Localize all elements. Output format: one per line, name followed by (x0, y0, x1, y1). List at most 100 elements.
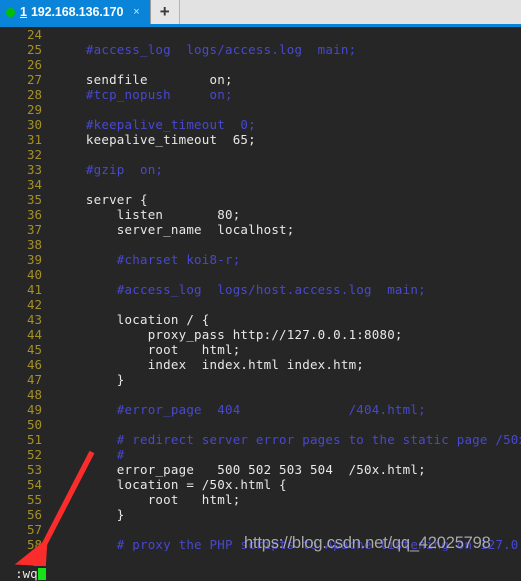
line-number: 56 (26, 507, 42, 522)
code-line[interactable]: 31 keepalive_timeout 65; (0, 132, 521, 147)
code-line[interactable]: 34 (0, 177, 521, 192)
line-number: 50 (26, 417, 42, 432)
tab-bar-empty-area (179, 0, 521, 24)
code-line[interactable]: 26 (0, 57, 521, 72)
watermark-text: https://blog.csdn.net/qq_42025798 (244, 534, 491, 552)
code-line[interactable]: 32 (0, 147, 521, 162)
code-line[interactable]: 30 #keepalive_timeout 0; (0, 117, 521, 132)
line-text: #gzip on; (55, 162, 164, 177)
line-text: } (55, 372, 125, 387)
line-text: listen 80; (55, 207, 241, 222)
code-line[interactable]: 46 index index.html index.htm; (0, 357, 521, 372)
line-text: location / { (55, 312, 210, 327)
line-number: 49 (26, 402, 42, 417)
line-number: 38 (26, 237, 42, 252)
line-text: error_page 500 502 503 504 /50x.html; (55, 462, 426, 477)
line-number: 58 (26, 537, 42, 552)
code-line[interactable]: 35 server { (0, 192, 521, 207)
line-number: 39 (26, 252, 42, 267)
line-number: 29 (26, 102, 42, 117)
code-line[interactable]: 48 (0, 387, 521, 402)
code-line[interactable]: 33 #gzip on; (0, 162, 521, 177)
line-text: } (55, 507, 125, 522)
code-line[interactable]: 25 #access_log logs/access.log main; (0, 42, 521, 57)
line-number: 51 (26, 432, 42, 447)
line-text: server { (55, 192, 148, 207)
line-text (42, 267, 55, 282)
line-number: 42 (26, 297, 42, 312)
line-text: server_name localhost; (55, 222, 295, 237)
line-number: 54 (26, 477, 42, 492)
code-line[interactable]: 53 error_page 500 502 503 504 /50x.html; (0, 462, 521, 477)
code-line[interactable]: 55 root html; (0, 492, 521, 507)
line-text: root html; (55, 492, 241, 507)
code-line[interactable]: 56 } (0, 507, 521, 522)
code-line[interactable]: 39 #charset koi8-r; (0, 252, 521, 267)
connection-status-dot-icon (6, 7, 15, 17)
new-tab-button[interactable]: + (150, 0, 180, 24)
line-number: 47 (26, 372, 42, 387)
line-number: 35 (26, 192, 42, 207)
line-text: #keepalive_timeout 0; (55, 117, 256, 132)
line-number: 57 (26, 522, 42, 537)
line-text: location = /50x.html { (55, 477, 287, 492)
code-line[interactable]: 54 location = /50x.html { (0, 477, 521, 492)
line-number: 46 (26, 357, 42, 372)
line-number: 33 (26, 162, 42, 177)
terminal-pane[interactable]: 24 25 #access_log logs/access.log main; 26… (0, 27, 521, 566)
line-text (42, 27, 55, 42)
code-line[interactable]: 47 } (0, 372, 521, 387)
line-text: keepalive_timeout 65; (55, 132, 256, 147)
terminal-tab-active[interactable]: 1 192.168.136.170 × (0, 0, 147, 24)
line-text (42, 147, 55, 162)
line-number: 44 (26, 327, 42, 342)
close-icon[interactable]: × (133, 6, 139, 18)
code-line[interactable]: 49 #error_page 404 /404.html; (0, 402, 521, 417)
code-line[interactable]: 51 # redirect server error pages to the … (0, 432, 521, 447)
tab-bar: 1 192.168.136.170 × + (0, 0, 521, 24)
code-line[interactable]: 43 location / { (0, 312, 521, 327)
line-number: 27 (26, 72, 42, 87)
line-text: # redirect server error pages to the sta… (55, 432, 521, 447)
line-number: 40 (26, 267, 42, 282)
code-line[interactable]: 45 root html; (0, 342, 521, 357)
line-text (42, 417, 55, 432)
line-number: 41 (26, 282, 42, 297)
line-number: 30 (26, 117, 42, 132)
line-text: proxy_pass http://127.0.0.1:8080; (55, 327, 403, 342)
line-number: 25 (26, 42, 42, 57)
line-number: 52 (26, 447, 42, 462)
vim-command-text: :wq (15, 566, 38, 581)
code-line[interactable]: 42 (0, 297, 521, 312)
code-line[interactable]: 36 listen 80; (0, 207, 521, 222)
code-line[interactable]: 50 (0, 417, 521, 432)
line-text (42, 297, 55, 312)
code-line[interactable]: 38 (0, 237, 521, 252)
code-line[interactable]: 44 proxy_pass http://127.0.0.1:8080; (0, 327, 521, 342)
vim-command-line[interactable]: :wq (0, 551, 521, 581)
line-number: 36 (26, 207, 42, 222)
code-line[interactable]: 27 sendfile on; (0, 72, 521, 87)
code-line[interactable]: 52 # (0, 447, 521, 462)
code-line[interactable]: 28 #tcp_nopush on; (0, 87, 521, 102)
code-line[interactable]: 41 #access_log logs/host.access.log main… (0, 282, 521, 297)
line-number: 55 (26, 492, 42, 507)
line-number: 31 (26, 132, 42, 147)
line-number: 53 (26, 462, 42, 477)
code-line[interactable]: 37 server_name localhost; (0, 222, 521, 237)
line-text: index index.html index.htm; (55, 357, 365, 372)
text-cursor (37, 568, 46, 580)
code-line[interactable]: 40 (0, 267, 521, 282)
line-text: #access_log logs/host.access.log main; (55, 282, 426, 297)
line-text: #tcp_nopush on; (55, 87, 233, 102)
line-number: 26 (26, 57, 42, 72)
line-text (42, 57, 55, 72)
code-line[interactable]: 29 (0, 102, 521, 117)
line-number: 45 (26, 342, 42, 357)
code-editor-buffer[interactable]: 24 25 #access_log logs/access.log main; 26… (0, 27, 521, 552)
line-number: 43 (26, 312, 42, 327)
line-text (42, 237, 55, 252)
code-line[interactable]: 24 (0, 27, 521, 42)
line-number: 37 (26, 222, 42, 237)
line-number: 28 (26, 87, 42, 102)
